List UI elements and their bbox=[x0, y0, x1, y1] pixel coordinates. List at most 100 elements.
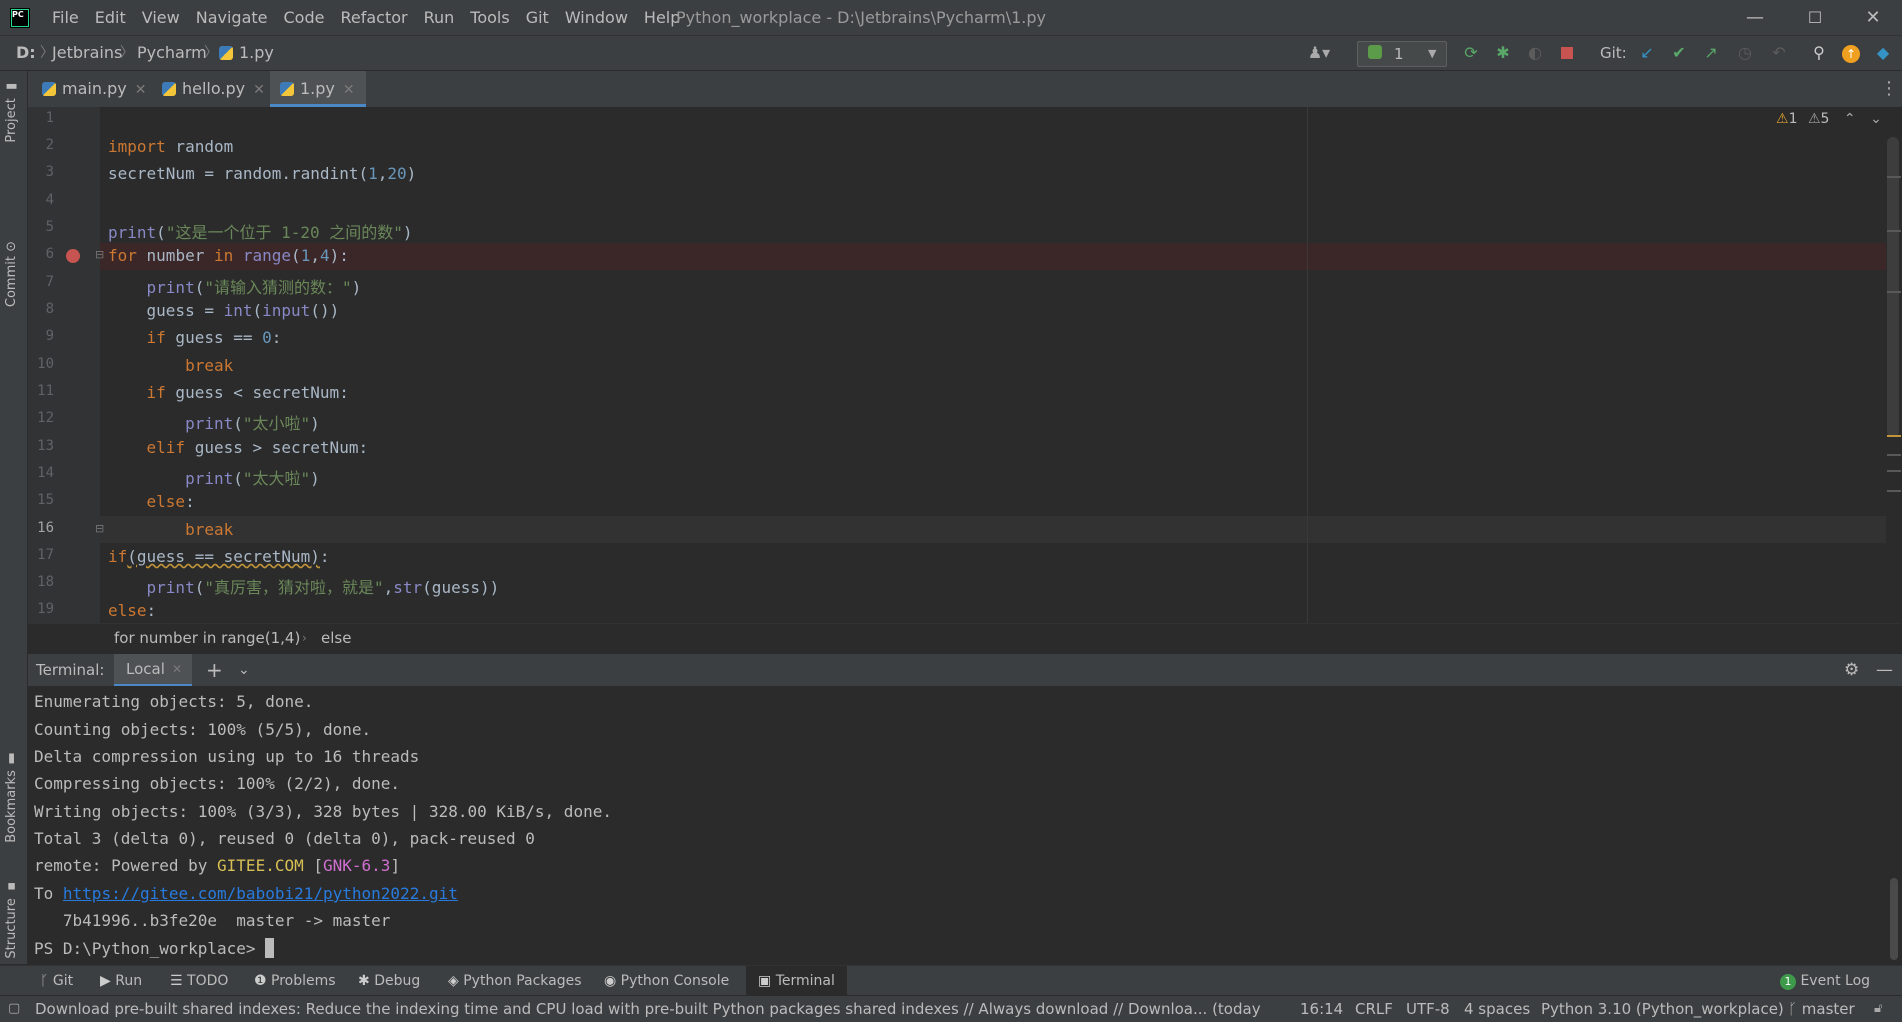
tool-window-label: Python Console bbox=[620, 973, 730, 989]
inspection-widget[interactable]: ⚠1 ⚠5 ⌃ ⌄ bbox=[1776, 111, 1882, 127]
debug-icon: ✱ bbox=[358, 973, 370, 989]
terminal-dropdown-icon[interactable]: ⌄ bbox=[238, 654, 250, 687]
code-token: input bbox=[262, 301, 311, 320]
breakpoint-icon[interactable] bbox=[66, 249, 80, 263]
close-tab-icon[interactable]: ✕ bbox=[253, 82, 265, 98]
stop-icon[interactable] bbox=[1556, 42, 1578, 64]
tool-window-python-packages[interactable]: ◈ Python Packages bbox=[448, 966, 582, 996]
menu-window[interactable]: Window bbox=[557, 8, 636, 27]
git-rollback-icon[interactable]: ↶ bbox=[1768, 42, 1790, 64]
terminal-scrollbar-thumb[interactable] bbox=[1890, 878, 1898, 960]
menu-refactor[interactable]: Refactor bbox=[332, 8, 415, 27]
code-token: print bbox=[146, 578, 195, 597]
warning-stripe-mark[interactable] bbox=[1887, 291, 1901, 293]
menu-run[interactable]: Run bbox=[416, 8, 463, 27]
code-token: 20 bbox=[387, 164, 407, 183]
breadcrumb-file[interactable]: 1.py bbox=[219, 36, 274, 70]
tool-window-todo[interactable]: ☰ TODO bbox=[170, 966, 228, 996]
git-push-icon[interactable]: ↗ bbox=[1700, 42, 1722, 64]
menu-code[interactable]: Code bbox=[276, 8, 333, 27]
next-highlight-icon[interactable]: ⌄ bbox=[1870, 111, 1882, 127]
warning-stripe-mark[interactable] bbox=[1887, 176, 1901, 178]
close-tab-icon[interactable]: ✕ bbox=[135, 82, 147, 98]
minimize-button[interactable]: — bbox=[1726, 0, 1784, 35]
editor-scrollbar-thumb[interactable] bbox=[1887, 137, 1899, 437]
menu-navigate[interactable]: Navigate bbox=[188, 8, 276, 27]
fold-end-icon[interactable]: ⊟ bbox=[95, 522, 104, 535]
line-number: 12 bbox=[37, 410, 54, 426]
rerun-icon[interactable]: ⟳ bbox=[1460, 42, 1482, 64]
breadcrumb-drive[interactable]: D: bbox=[16, 36, 36, 70]
tool-window-debug[interactable]: ✱ Debug bbox=[358, 966, 420, 996]
breadcrumb-pycharm[interactable]: Pycharm bbox=[137, 36, 207, 70]
run-configuration-select[interactable]: 1 ▼ bbox=[1357, 41, 1447, 67]
tab-main-py[interactable]: main.py ✕ bbox=[42, 71, 152, 107]
search-everywhere-icon[interactable]: ⚲ bbox=[1808, 42, 1830, 64]
code-with-me-icon[interactable]: ◆ bbox=[1872, 42, 1894, 64]
close-window-button[interactable]: ✕ bbox=[1844, 0, 1902, 35]
file-encoding[interactable]: UTF-8 bbox=[1406, 996, 1450, 1022]
status-message[interactable]: Download pre-built shared indexes: Reduc… bbox=[35, 996, 1261, 1022]
git-commit-icon[interactable]: ✔ bbox=[1668, 42, 1690, 64]
breadcrumb-jetbrains[interactable]: Jetbrains bbox=[52, 36, 122, 70]
user-account-icon[interactable]: ♟▾ bbox=[1302, 42, 1336, 64]
warning-stripe-mark[interactable] bbox=[1887, 435, 1901, 437]
line-separator[interactable]: CRLF bbox=[1355, 996, 1393, 1022]
maximize-button[interactable]: ☐ bbox=[1786, 0, 1844, 35]
warning-stripe-mark[interactable] bbox=[1887, 454, 1901, 456]
code-token: print bbox=[108, 223, 157, 242]
menu-tools[interactable]: Tools bbox=[462, 8, 517, 27]
new-terminal-tab-icon[interactable]: + bbox=[206, 654, 223, 687]
bookmarks-tool-tab[interactable]: Bookmarks ▮ bbox=[4, 751, 19, 843]
tab-1-py[interactable]: 1.py ✕ bbox=[270, 71, 366, 107]
warning-stripe-mark[interactable] bbox=[1887, 230, 1901, 232]
tab-options-icon[interactable]: ⋮ bbox=[1880, 71, 1898, 107]
tool-window-git[interactable]: ᚴ Git bbox=[40, 966, 73, 996]
git-history-icon[interactable]: ◷ bbox=[1734, 42, 1756, 64]
menu-view[interactable]: View bbox=[134, 8, 188, 27]
code-token: import bbox=[108, 137, 166, 156]
code-line: print("请输入猜测的数：") bbox=[108, 274, 362, 298]
remote-url-link[interactable]: https://gitee.com/babobi21/python2022.gi… bbox=[63, 884, 458, 903]
hide-terminal-icon[interactable]: — bbox=[1876, 654, 1893, 687]
debug-bug-icon[interactable]: ✱ bbox=[1492, 42, 1514, 64]
code-token: ): bbox=[329, 246, 349, 265]
python-interpreter[interactable]: Python 3.10 (Python_workplace) bbox=[1541, 996, 1784, 1022]
breadcrumb-for-loop[interactable]: for number in range(1,4) bbox=[114, 624, 300, 653]
menu-git[interactable]: Git bbox=[518, 8, 557, 27]
code-token: ) bbox=[406, 164, 417, 183]
ide-update-icon[interactable]: ↑ bbox=[1840, 42, 1862, 64]
close-tab-icon[interactable]: ✕ bbox=[172, 654, 182, 685]
fold-icon[interactable]: ⊟ bbox=[95, 248, 104, 261]
tool-window-python-console[interactable]: ◉ Python Console bbox=[604, 966, 729, 996]
toggle-tool-windows-icon[interactable]: ▢ bbox=[8, 996, 20, 1022]
editor-error-stripe[interactable] bbox=[1886, 107, 1902, 623]
tab-hello-py[interactable]: hello.py ✕ bbox=[162, 71, 282, 107]
line-number: 9 bbox=[45, 328, 54, 344]
coverage-icon[interactable]: ◐ bbox=[1524, 42, 1546, 64]
event-log-button[interactable]: 1 Event Log bbox=[1780, 966, 1870, 996]
terminal-tab-local[interactable]: Local ✕ bbox=[114, 654, 192, 687]
line-number: 8 bbox=[45, 301, 54, 317]
terminal-header: Terminal: Local ✕ + ⌄ ⚙ — bbox=[28, 653, 1902, 687]
menu-file[interactable]: File bbox=[44, 8, 87, 27]
terminal-output[interactable]: Enumerating objects: 5, done. Counting o… bbox=[28, 686, 1902, 964]
previous-highlight-icon[interactable]: ⌃ bbox=[1844, 111, 1856, 127]
breadcrumb-else[interactable]: else bbox=[321, 624, 351, 653]
indent-setting[interactable]: 4 spaces bbox=[1464, 996, 1530, 1022]
tool-window-run[interactable]: ▶ Run bbox=[100, 966, 142, 996]
close-tab-icon[interactable]: ✕ bbox=[343, 82, 355, 98]
git-update-icon[interactable]: ↙ bbox=[1636, 42, 1658, 64]
warning-stripe-mark[interactable] bbox=[1887, 490, 1901, 492]
lock-icon[interactable]: 🔓︎ bbox=[1874, 996, 1882, 1022]
tool-window-problems[interactable]: ❶ Problems bbox=[254, 966, 336, 996]
tool-window-terminal[interactable]: ▣ Terminal bbox=[746, 966, 847, 996]
menu-edit[interactable]: Edit bbox=[87, 8, 134, 27]
git-branch-widget[interactable]: ᚴ master bbox=[1788, 996, 1855, 1022]
run-icon: ▶ bbox=[100, 973, 111, 989]
structure-tool-tab[interactable]: Structure ▪ bbox=[4, 879, 19, 959]
warning-stripe-mark[interactable] bbox=[1887, 470, 1901, 472]
caret-position[interactable]: 16:14 bbox=[1300, 996, 1343, 1022]
terminal-settings-gear-icon[interactable]: ⚙ bbox=[1844, 654, 1859, 687]
